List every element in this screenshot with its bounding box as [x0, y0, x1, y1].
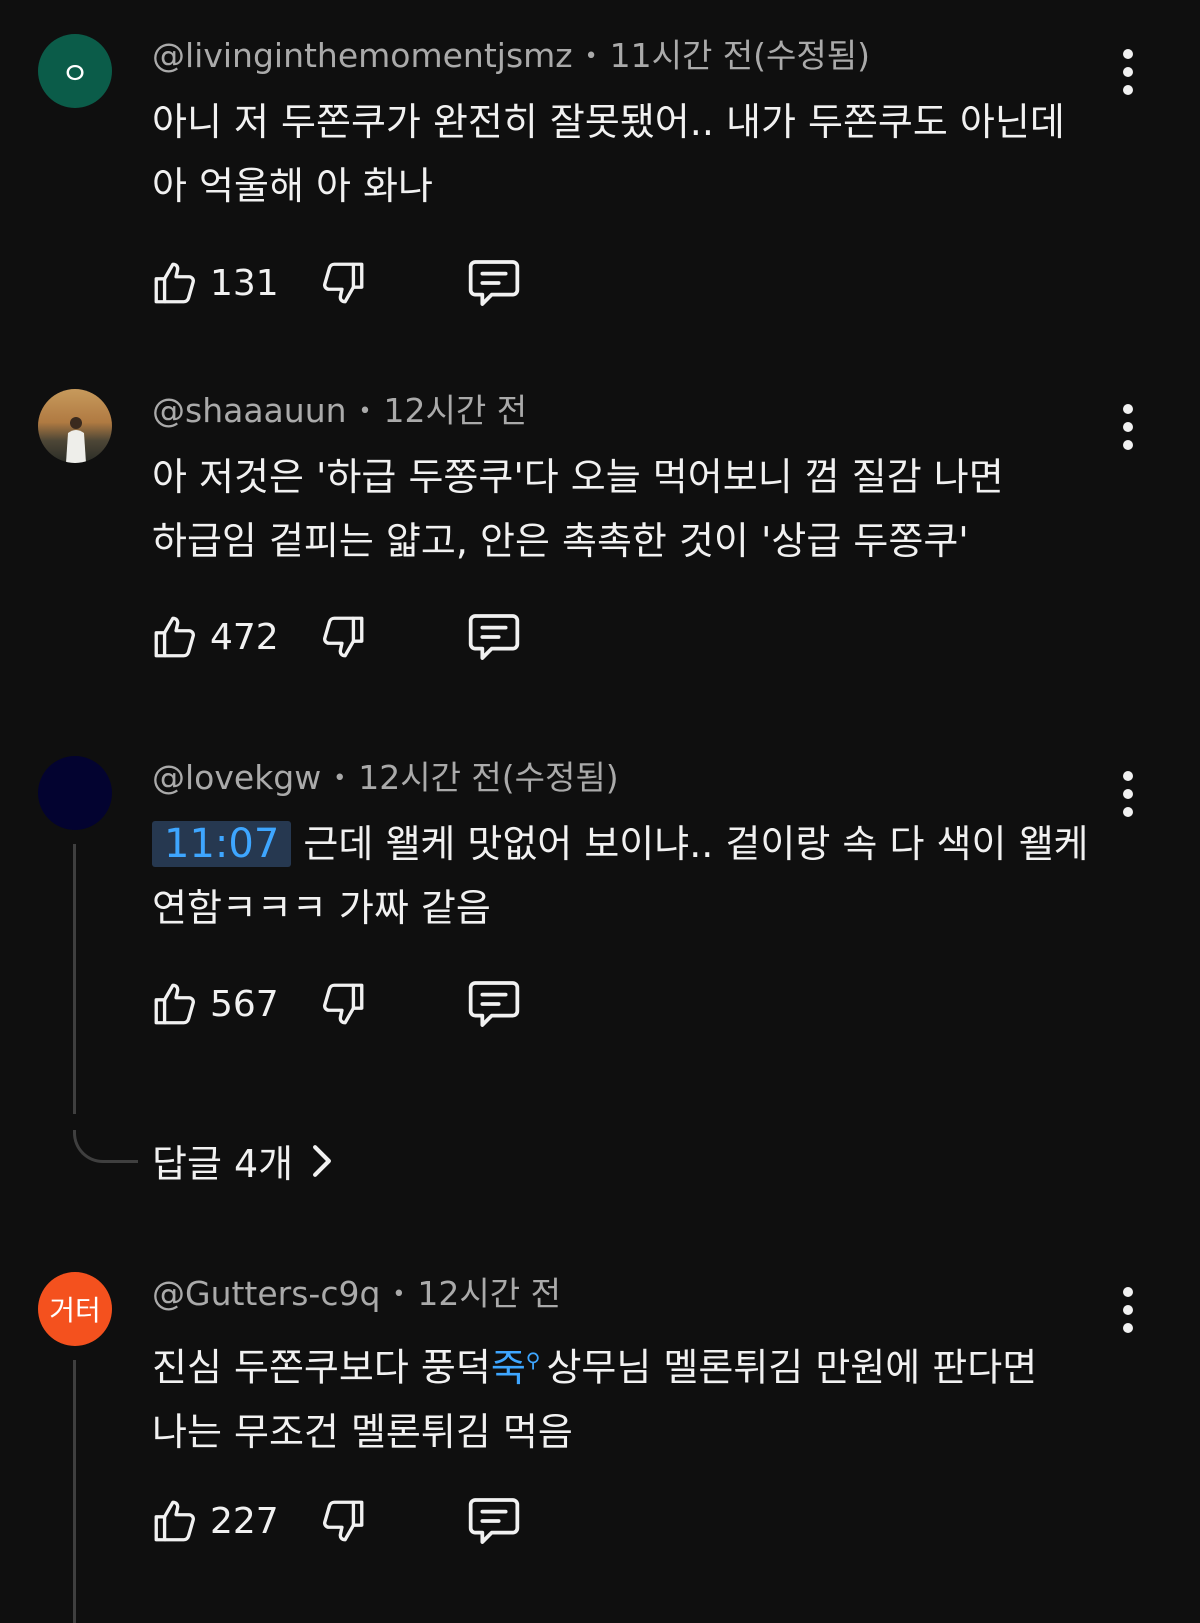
- reply-icon: [468, 260, 520, 306]
- search-link-text: 죽: [490, 1345, 526, 1390]
- separator-dot: •: [584, 44, 598, 69]
- more-options-icon[interactable]: [1116, 762, 1140, 826]
- comment-line: 아니 저 두쫀쿠가 완전히 잘못됐어.. 내가 두쫀쿠도 아닌데: [152, 100, 1065, 144]
- comment-text: 아니 저 두쫀쿠가 완전히 잘못됐어.. 내가 두쫀쿠도 아닌데 아 억울해 아…: [152, 90, 1112, 218]
- reply-icon: [468, 614, 520, 660]
- like-button[interactable]: [150, 979, 200, 1029]
- thumbs-down-icon: [323, 1500, 364, 1542]
- author-handle[interactable]: @Gutters-c9q: [152, 1274, 380, 1313]
- more-options-icon[interactable]: [1116, 395, 1140, 459]
- avatar[interactable]: [38, 756, 112, 830]
- thumbs-down-icon: [323, 983, 364, 1025]
- comment-meta: @Gutters-c9q • 12시간 전: [152, 1272, 561, 1317]
- avatar[interactable]: 거터: [38, 1272, 112, 1346]
- dislike-button[interactable]: [318, 1496, 368, 1546]
- comment-text-segment: 근데 왤케 맛없어 보이냐.. 겉이랑 속 다 색이 왤케: [303, 822, 1089, 866]
- dislike-button[interactable]: [318, 258, 368, 308]
- comment-line: 나는 무조건 멜론튀김 먹음: [152, 1409, 573, 1454]
- comment-line: 하급임 겉피는 얇고, 안은 촉촉한 것이 '상급 두쫑쿠': [152, 519, 969, 563]
- comment-line: 진심 두쫀쿠보다 풍덕죽⚲ 상무님 멜론튀김 만원에 판다면: [152, 1328, 1112, 1400]
- reply-icon: [468, 1498, 520, 1544]
- comment-actions: 472: [150, 611, 524, 663]
- search-link[interactable]: 죽⚲: [491, 1346, 547, 1390]
- comment-time: 12시간 전: [417, 1274, 561, 1313]
- reply-icon: [468, 981, 520, 1027]
- replies-count-label: 답글 4개: [152, 1142, 294, 1186]
- author-handle[interactable]: @lovekgw: [152, 758, 321, 797]
- author-handle[interactable]: @livinginthemomentjsmz: [152, 36, 573, 75]
- comment-meta: @livinginthemomentjsmz • 11시간 전(수정됨): [152, 34, 870, 79]
- comment-time: 12시간 전(수정됨): [358, 758, 619, 797]
- more-options-icon[interactable]: [1116, 40, 1140, 104]
- comment-actions: 567: [150, 978, 524, 1030]
- thumbs-up-icon: [154, 262, 195, 304]
- comment-actions: 131: [150, 257, 524, 309]
- video-timestamp-link[interactable]: 11:07: [152, 821, 292, 867]
- separator-dot: •: [333, 766, 347, 791]
- separator-dot: •: [358, 399, 372, 424]
- comment-line: 아 저것은 '하급 두쫑쿠'다 오늘 먹어보니 껌 질감 나면: [152, 455, 1004, 499]
- like-count: 227: [210, 1500, 279, 1542]
- like-count: 131: [210, 262, 279, 304]
- view-replies-button[interactable]: 답글 4개: [152, 1133, 335, 1188]
- reply-button[interactable]: [466, 978, 524, 1030]
- comment-time: 11시간 전(수정됨): [609, 36, 870, 75]
- comment-line: 11:07 근데 왤케 맛없어 보이냐.. 겉이랑 속 다 색이 왤케: [152, 812, 1112, 876]
- person-photo-icon: [66, 417, 86, 463]
- like-button[interactable]: [150, 1496, 200, 1546]
- thumbs-up-icon: [154, 616, 195, 658]
- dislike-button[interactable]: [318, 612, 368, 662]
- comment-text-segment: 상무님 멜론튀김 만원에 판다면: [546, 1345, 1038, 1390]
- avatar[interactable]: ㅇ: [38, 34, 112, 108]
- comment-text: 아 저것은 '하급 두쫑쿠'다 오늘 먹어보니 껌 질감 나면 하급임 겉피는 …: [152, 445, 1112, 573]
- comment-meta: @lovekgw • 12시간 전(수정됨): [152, 756, 619, 801]
- comment-line: 아 억울해 아 화나: [152, 164, 433, 208]
- thumbs-up-icon: [154, 983, 195, 1025]
- thread-line: [73, 844, 138, 1114]
- like-button[interactable]: [150, 258, 200, 308]
- like-button[interactable]: [150, 612, 200, 662]
- thumbs-up-icon: [154, 1500, 195, 1542]
- comment-actions: 227: [150, 1495, 524, 1547]
- comment-text-segment: 진심 두쫀쿠보다 풍덕: [152, 1345, 491, 1390]
- chevron-right-icon: [313, 1144, 332, 1177]
- like-count: 567: [210, 983, 279, 1025]
- comment-meta: @shaaauun • 12시간 전: [152, 389, 527, 434]
- thumbs-down-icon: [323, 262, 364, 304]
- comment-text: 진심 두쫀쿠보다 풍덕죽⚲ 상무님 멜론튀김 만원에 판다면 나는 무조건 멜론튀…: [152, 1328, 1112, 1464]
- avatar[interactable]: [38, 389, 112, 463]
- thread-line-curve: [73, 1130, 138, 1163]
- like-count: 472: [210, 616, 279, 658]
- thumbs-down-icon: [323, 616, 364, 658]
- dislike-button[interactable]: [318, 979, 368, 1029]
- author-handle[interactable]: @shaaauun: [152, 391, 347, 430]
- more-options-icon[interactable]: [1116, 1278, 1140, 1342]
- thread-line: [73, 1360, 138, 1623]
- reply-button[interactable]: [466, 257, 524, 309]
- separator-dot: •: [392, 1282, 406, 1307]
- comment-line: 연함ㅋㅋㅋ 가짜 같음: [152, 886, 491, 930]
- comment-time: 12시간 전: [383, 391, 528, 430]
- reply-button[interactable]: [466, 611, 524, 663]
- comment-text: 11:07 근데 왤케 맛없어 보이냐.. 겉이랑 속 다 색이 왤케 연함ㅋㅋ…: [152, 812, 1112, 940]
- reply-button[interactable]: [466, 1495, 524, 1547]
- avatar-initial: 거터: [49, 1294, 101, 1327]
- avatar-initial: ㅇ: [61, 57, 89, 92]
- search-icon: ⚲: [525, 1348, 541, 1372]
